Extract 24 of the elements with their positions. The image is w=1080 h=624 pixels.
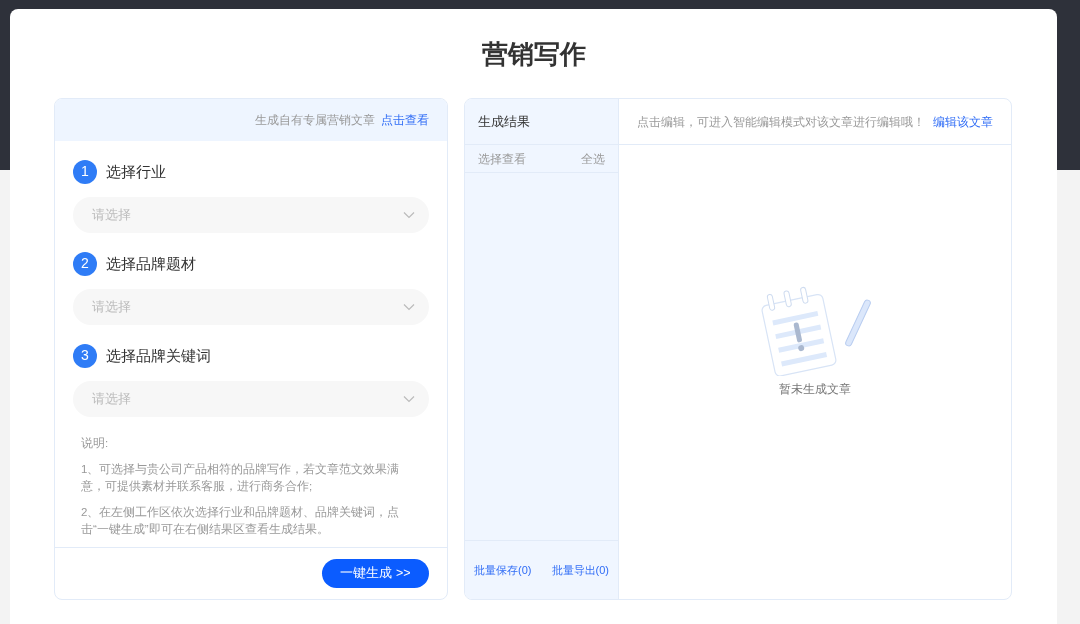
select-label: 选择查看 — [478, 150, 526, 168]
batch-action-link[interactable]: 批量导出(0) — [551, 561, 609, 579]
edit-hint: 点击编辑，可进入智能编辑模式对该文章进行编辑哦！ — [637, 113, 925, 131]
step-label: 选择品牌题材 — [106, 253, 196, 274]
chevron-down-icon — [403, 394, 415, 403]
results-title: 生成结果 — [465, 99, 618, 145]
view-link[interactable]: 点击查看 — [381, 110, 429, 129]
step-label: 选择品牌关键词 — [106, 345, 211, 366]
note-text: 2、在左侧工作区依次选择行业和品牌题材、品牌关键词，点击“一键生成”即可在右侧结果区查看生成结果。 — [81, 504, 401, 537]
step-number: 2 — [73, 251, 97, 276]
step-label: 选择行业 — [106, 161, 166, 182]
page-title: 营销写作 — [480, 38, 587, 71]
empty-state-text: 暂未生成文章 — [779, 381, 851, 398]
edit-article-link[interactable]: 编辑该文章 — [933, 112, 993, 131]
select-all-link[interactable]: 全选 — [581, 149, 605, 168]
chevron-down-icon — [403, 210, 415, 219]
step-number: 1 — [73, 159, 97, 184]
batch-action-link[interactable]: 批量保存(0) — [474, 561, 532, 579]
generate-button[interactable]: 一键生成 >> — [322, 558, 429, 588]
chevron-down-icon — [403, 302, 415, 311]
header-text: 生成自有专属营销文章 — [255, 111, 375, 129]
note-text: 1、可选择与贵公司产品相符的品牌写作，若文章范文效果满意，可提供素材并联系客服，进行商务合作; — [81, 461, 401, 494]
notes-heading: 说明: — [81, 435, 110, 451]
step-number: 3 — [73, 343, 97, 368]
